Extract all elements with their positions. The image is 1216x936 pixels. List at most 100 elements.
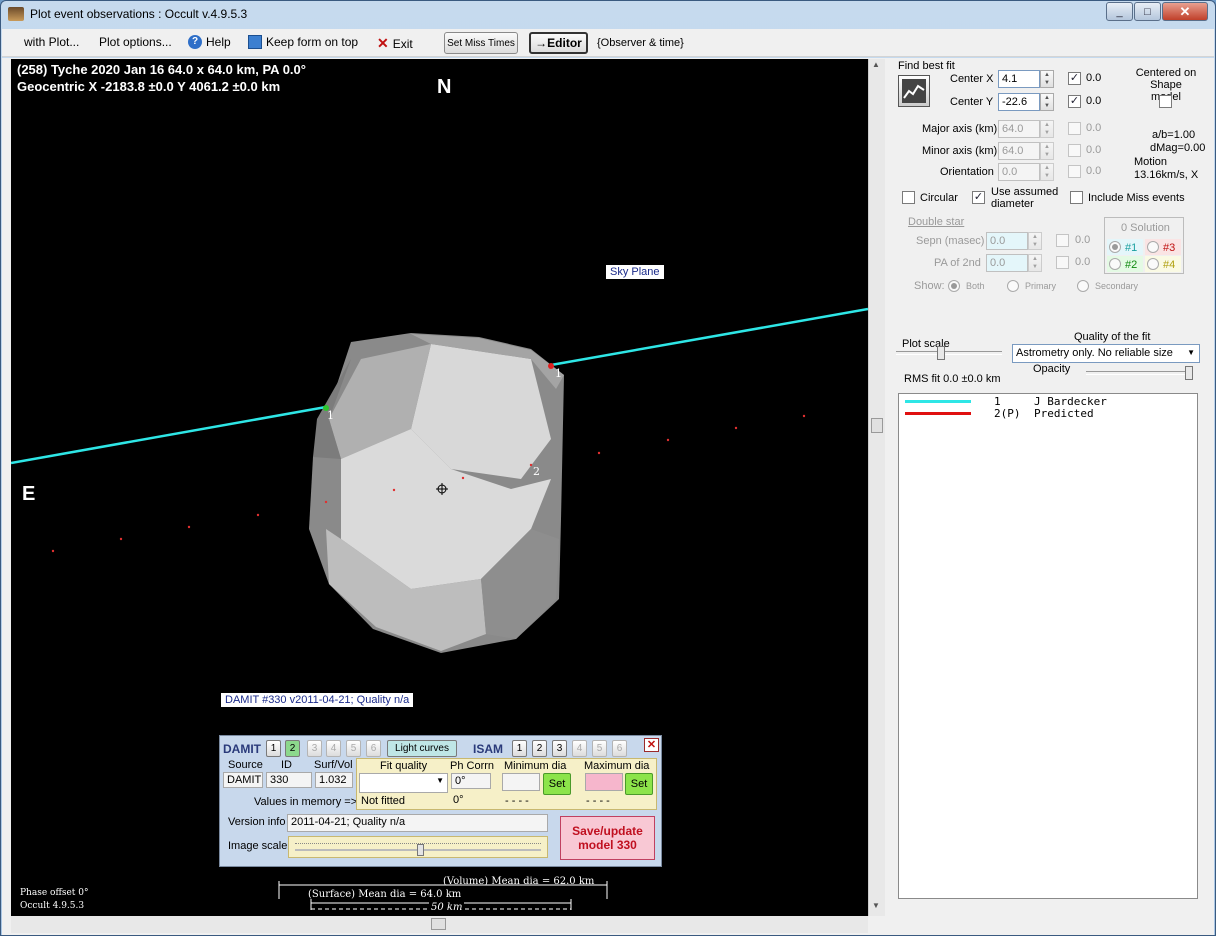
damit-btn-4[interactable]: 4 [326, 740, 341, 757]
major-axis-spinner[interactable]: ▲ ▼ [1040, 120, 1054, 138]
include-miss-checkbox[interactable] [1070, 191, 1083, 204]
image-scale-slider[interactable] [288, 836, 548, 858]
minor-axis-spinner[interactable]: ▲ ▼ [1040, 142, 1054, 160]
isam-btn-2[interactable]: 2 [532, 740, 547, 757]
legend-line-2 [905, 412, 971, 415]
isam-btn-1[interactable]: 1 [512, 740, 527, 757]
ph-corrn-field[interactable]: 0° [451, 773, 491, 789]
menu-help[interactable]: ? Help [188, 35, 231, 49]
hscroll-thumb[interactable] [431, 918, 446, 930]
menu-with-plot[interactable]: with Plot... [24, 35, 79, 49]
maximize-button[interactable]: □ [1134, 2, 1161, 21]
show-primary-radio[interactable] [1007, 280, 1019, 292]
observer-legend[interactable]: 1 J Bardecker 2(P) Predicted [898, 393, 1198, 899]
vscroll-thumb[interactable] [871, 418, 883, 433]
solution-2-radio[interactable] [1109, 258, 1121, 270]
plot-canvas[interactable]: (258) Tyche 2020 Jan 16 64.0 x 64.0 km, … [11, 59, 868, 916]
center-y-input[interactable] [998, 93, 1040, 111]
plot-vertical-scrollbar[interactable]: ▲ ▼ [868, 59, 885, 916]
damit-panel: DAMIT 1 2 3 4 5 6 Light curves ISAM 1 2 … [219, 735, 662, 867]
isam-btn-3[interactable]: 3 [552, 740, 567, 757]
pa2-checkbox[interactable] [1056, 256, 1069, 269]
circular-label: Circular [920, 192, 958, 204]
solution-group: 0 Solution #1 #3 #2 #4 [1104, 217, 1184, 274]
damit-btn-5[interactable]: 5 [346, 740, 361, 757]
major-axis-input[interactable] [998, 120, 1040, 138]
editor-button[interactable]: →Editor [529, 32, 588, 54]
show-both-radio[interactable] [948, 280, 960, 292]
orientation-checkbox[interactable] [1068, 165, 1081, 178]
chord-label-b: 1 [555, 367, 562, 380]
col-source: Source [228, 759, 263, 771]
center-x-spinner[interactable]: ▲ ▼ [1040, 70, 1054, 88]
plot-horizontal-scrollbar[interactable] [11, 916, 868, 933]
plot-scale-slider[interactable] [896, 346, 1002, 360]
center-x-input[interactable] [998, 70, 1040, 88]
opacity-thumb[interactable] [1185, 366, 1193, 380]
scale-bar-label: 50 km [429, 902, 465, 913]
damit-btn-3[interactable]: 3 [307, 740, 322, 757]
set-min-dia-button[interactable]: Set [543, 773, 571, 795]
major-axis-checkbox[interactable] [1068, 122, 1081, 135]
solution-4-radio[interactable] [1147, 258, 1159, 270]
id-field: 330 [266, 772, 312, 788]
isam-btn-6[interactable]: 6 [612, 740, 627, 757]
damit-title: DAMIT [223, 742, 261, 756]
find-best-fit-button[interactable] [898, 75, 930, 107]
orientation-input[interactable] [998, 163, 1040, 181]
center-x-checkbox[interactable]: ✓ [1068, 72, 1081, 85]
center-y-spinner[interactable]: ▲ ▼ [1040, 93, 1054, 111]
set-miss-times-button[interactable]: Set Miss Times [444, 32, 518, 54]
light-curves-button[interactable]: Light curves [387, 740, 457, 757]
solution-1-radio[interactable] [1109, 241, 1121, 253]
close-button[interactable]: ✕ [1162, 2, 1208, 21]
centered-on-checkbox[interactable] [1159, 95, 1172, 108]
damit-btn-6[interactable]: 6 [366, 740, 381, 757]
center-x-label: Center X [950, 73, 994, 85]
menu-keep-on-top[interactable]: Keep form on top [248, 35, 358, 49]
menu-exit[interactable]: ✕ Exit [377, 35, 413, 52]
isam-btn-5[interactable]: 5 [592, 740, 607, 757]
orientation-spinner[interactable]: ▲ ▼ [1040, 163, 1054, 181]
damit-btn-2[interactable]: 2 [285, 740, 300, 757]
orientation-label: Orientation [940, 166, 994, 178]
isam-btn-4[interactable]: 4 [572, 740, 587, 757]
quality-select[interactable]: Astrometry only. No reliable size ▼ [1012, 344, 1200, 363]
motion-value: 13.16km/s, X [1134, 169, 1199, 181]
opacity-slider[interactable] [1086, 366, 1193, 380]
circular-checkbox[interactable] [902, 191, 915, 204]
plot-header-line2: Geocentric X -2183.8 ±0.0 Y 4061.2 ±0.0 … [17, 79, 281, 94]
pa2-input[interactable] [986, 254, 1028, 272]
show-secondary-radio[interactable] [1077, 280, 1089, 292]
volume-dia-label: (Volume) Mean dia = 62.0 km [443, 876, 595, 887]
solution-4-label: #4 [1163, 259, 1176, 271]
chevron-down-icon: ▼ [436, 776, 444, 785]
minor-axis-input[interactable] [998, 142, 1040, 160]
sepn-input[interactable] [986, 232, 1028, 250]
close-damit-icon[interactable]: ✕ [644, 738, 659, 752]
fit-quality-select[interactable]: ▼ [359, 773, 448, 793]
minimize-button[interactable]: _ [1106, 2, 1133, 21]
chord-label-a: 1 [327, 409, 334, 422]
version-info-field[interactable]: 2011-04-21; Quality n/a [287, 814, 548, 832]
orientation-err: 0.0 [1086, 165, 1102, 177]
max-dia-field[interactable] [585, 773, 623, 791]
plot-scale-thumb[interactable] [937, 346, 945, 360]
save-update-button[interactable]: Save/update model 330 [560, 816, 655, 860]
double-star-label: Double star [908, 216, 965, 228]
menu-plot-options[interactable]: Plot options... [99, 35, 172, 49]
center-y-checkbox[interactable]: ✓ [1068, 95, 1081, 108]
set-max-dia-button[interactable]: Set [625, 773, 653, 795]
col-id: ID [281, 759, 292, 771]
min-dia-field[interactable] [502, 773, 540, 791]
solution-3-radio[interactable] [1147, 241, 1159, 253]
use-assumed-checkbox[interactable]: ✓ [972, 191, 985, 204]
sepn-checkbox[interactable] [1056, 234, 1069, 247]
show-label: Show: [914, 280, 945, 292]
minor-axis-checkbox[interactable] [1068, 144, 1081, 157]
image-scale-thumb[interactable] [417, 844, 424, 856]
damit-btn-1[interactable]: 1 [266, 740, 281, 757]
sepn-spinner[interactable]: ▲ ▼ [1028, 232, 1042, 250]
app-icon [8, 7, 24, 21]
pa2-spinner[interactable]: ▲ ▼ [1028, 254, 1042, 272]
